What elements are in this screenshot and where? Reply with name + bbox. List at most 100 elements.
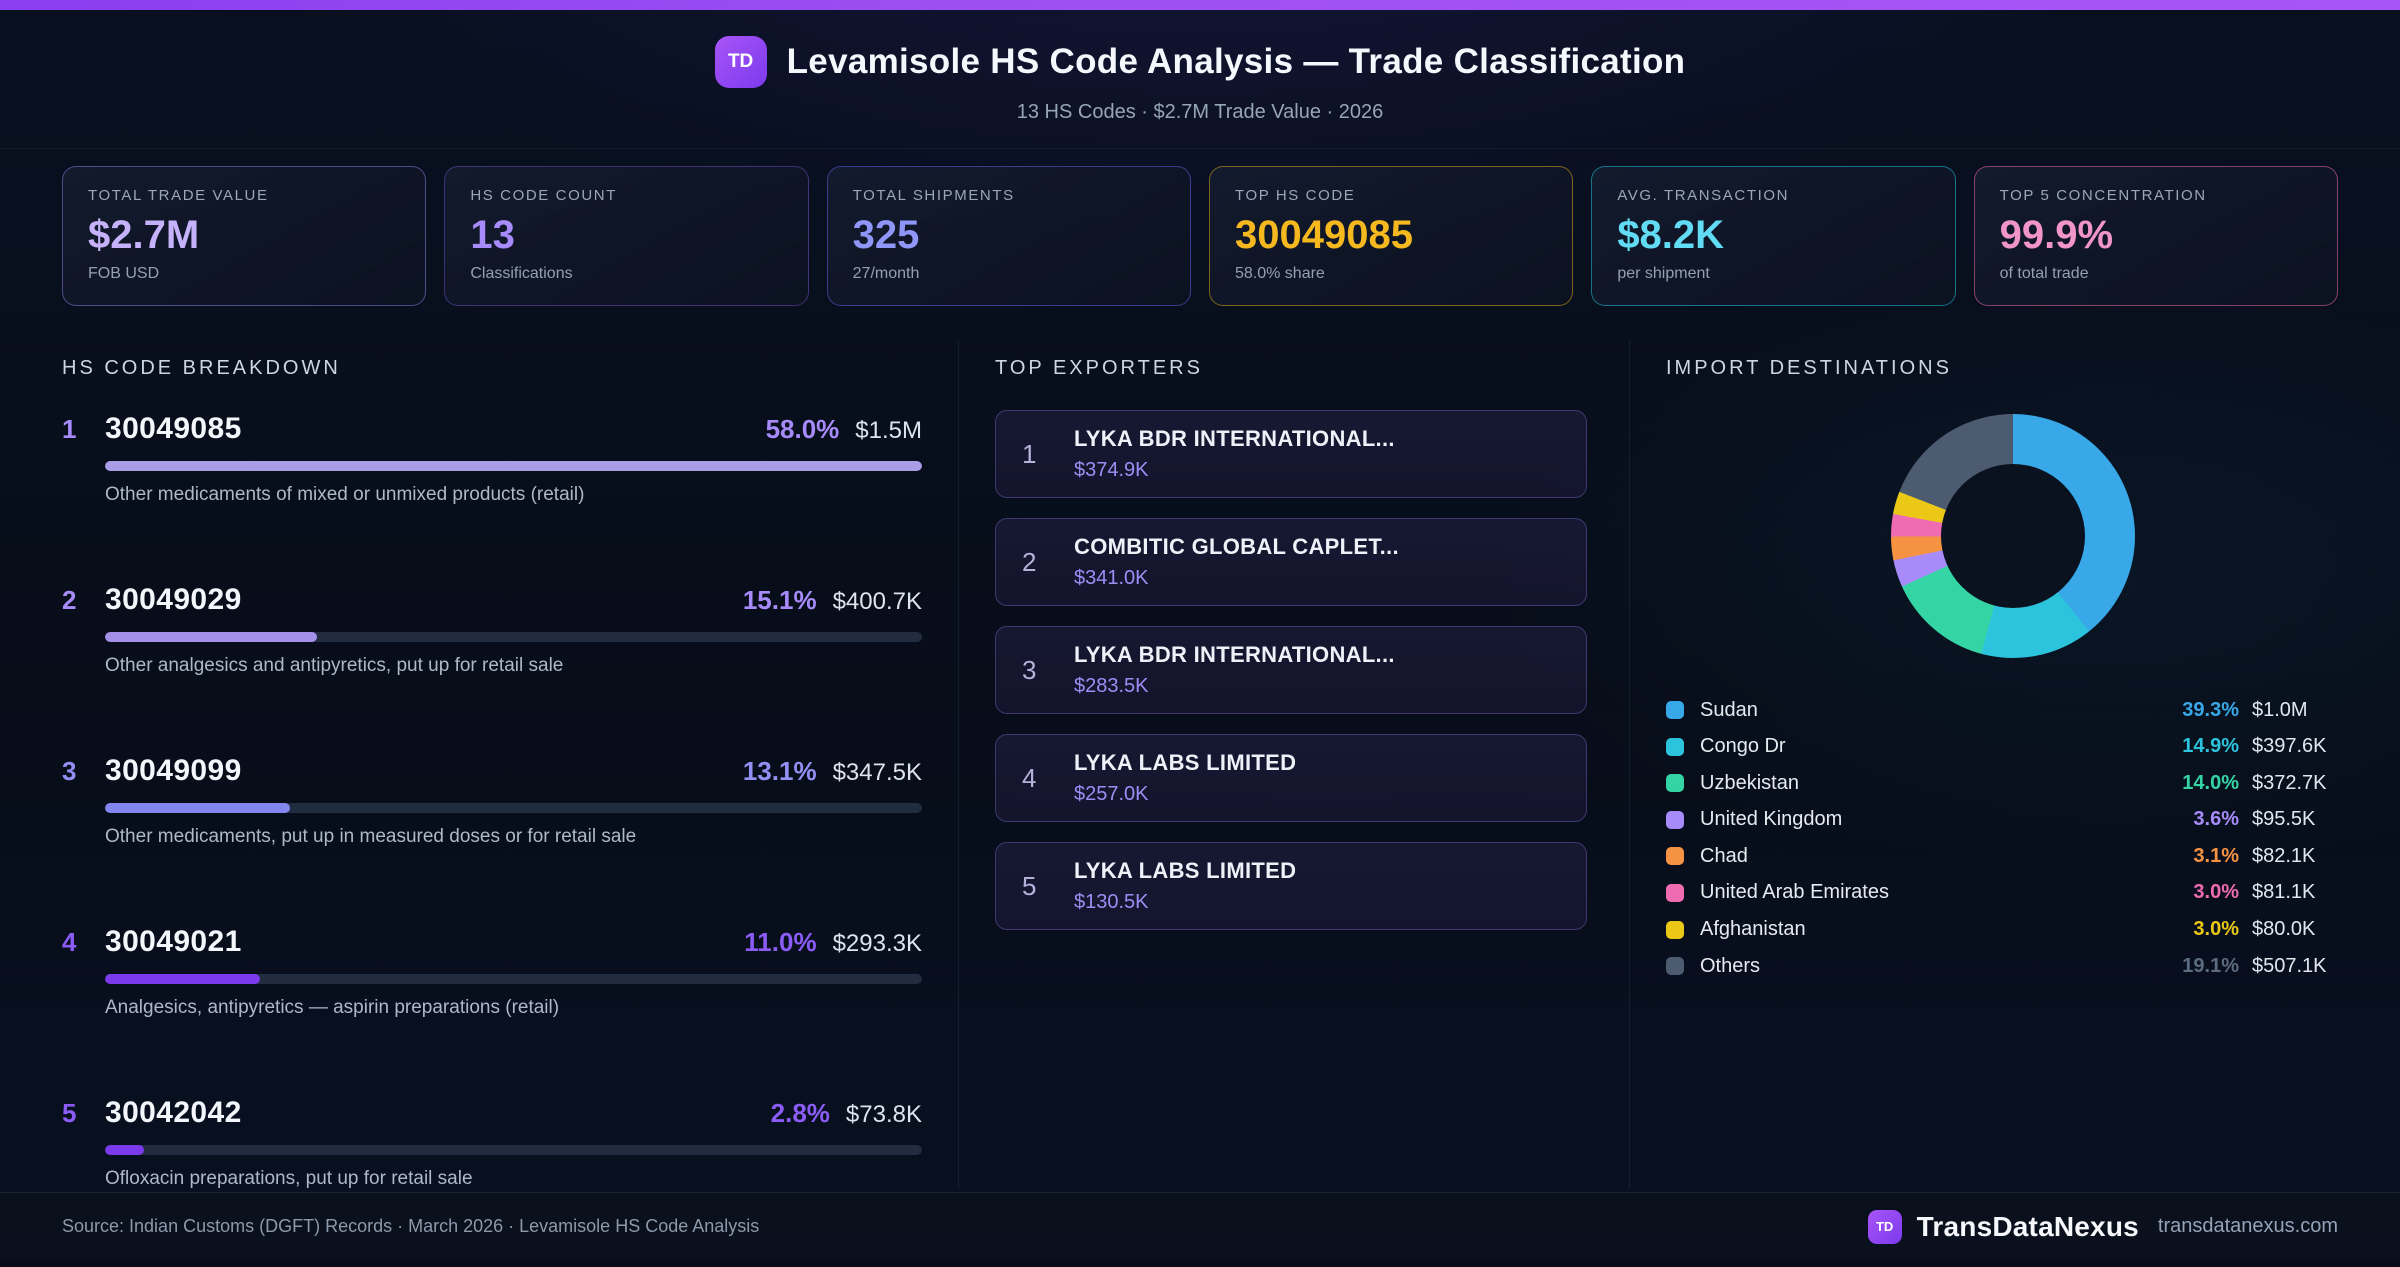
legend-country: United Arab Emirates: [1700, 881, 1889, 904]
exporter-value: $257.0K: [1074, 783, 1149, 805]
exporter-value: $130.5K: [1074, 891, 1149, 913]
import-destinations-panel: IMPORT DESTINATIONS Sudan 39.3% $1.0M Congo…: [1630, 341, 2400, 1189]
exporter-card[interactable]: 5 LYKA LABS LIMITED $130.5K: [995, 842, 1587, 930]
legend-percent: 3.0%: [2193, 918, 2239, 941]
accent-topbar: [0, 0, 2400, 10]
legend-value: $82.1K: [2252, 844, 2316, 867]
hs-code-description: Other medicaments, put up in measured do…: [105, 826, 637, 847]
donut-legend: Sudan 39.3% $1.0M Congo Dr 14.9% $397.6K Uzbek…: [1666, 698, 2360, 978]
stat-label: TOTAL SHIPMENTS: [852, 187, 1015, 204]
breakdown-percent: 13.1%: [742, 756, 817, 786]
page-subtitle: 13 HS Codes · $2.7M Trade Value · 2026: [1016, 101, 1384, 123]
breakdown-row: 2 30049029 15.1% $400.7K Other analgesics an…: [62, 583, 922, 754]
legend-country: Chad: [1700, 844, 1748, 867]
hs-code-description: Other analgesics and antipyretics, put u…: [105, 655, 564, 676]
progress-bar-fill: [105, 632, 318, 642]
legend-swatch-icon: [1666, 847, 1684, 866]
exporter-name: LYKA BDR INTERNATIONAL...: [1074, 426, 1395, 451]
exporter-name: COMBITIC GLOBAL CAPLET...: [1074, 534, 1399, 559]
legend-row: Chad 3.1% $82.1K: [1666, 844, 2360, 868]
progress-bar-fill: [105, 1145, 145, 1155]
exporter-rank: 5: [1022, 870, 1037, 901]
exporter-rank: 4: [1022, 762, 1037, 793]
legend-country: Sudan: [1700, 698, 1758, 721]
breakdown-value: $347.5K: [832, 759, 922, 786]
brand-badge-icon: TD: [714, 36, 767, 88]
legend-percent: 3.0%: [2193, 881, 2239, 904]
exporter-card[interactable]: 3 LYKA BDR INTERNATIONAL... $283.5K: [995, 626, 1587, 714]
stat-card-4: TOP HS CODE 30049085 58.0% share: [1208, 166, 1574, 306]
stat-sublabel: Classifications: [470, 265, 573, 282]
stat-card-5: AVG. TRANSACTION $8.2K per shipment: [1591, 166, 1956, 306]
breakdown-row: 3 30049099 13.1% $347.5K Other medicaments, …: [62, 754, 922, 925]
breakdown-percent: 2.8%: [770, 1098, 830, 1128]
breakdown-percent: 11.0%: [744, 927, 817, 957]
legend-value: $372.7K: [2252, 771, 2327, 794]
top-exporters-panel: TOP EXPORTERS 1 LYKA BDR INTERNATIONAL...…: [958, 341, 1630, 1189]
breakdown-rank: 4: [62, 927, 77, 957]
progress-bar-track: [105, 974, 922, 984]
legend-country: Congo Dr: [1700, 735, 1786, 758]
legend-value: $507.1K: [2252, 954, 2327, 977]
donut-chart: [1891, 414, 2135, 658]
exporter-card[interactable]: 1 LYKA BDR INTERNATIONAL... $374.9K: [995, 410, 1587, 498]
stat-sublabel: of total trade: [1999, 265, 2089, 282]
legend-value: $81.1K: [2252, 881, 2316, 904]
progress-bar-track: [105, 803, 922, 813]
legend-row: United Arab Emirates 3.0% $81.1K: [1666, 881, 2360, 905]
breakdown-value: $1.5M: [855, 417, 922, 444]
progress-bar-fill: [105, 974, 261, 984]
stat-value: $8.2K: [1617, 213, 1725, 257]
breakdown-row: 1 30049085 58.0% $1.5M Other medicaments of …: [62, 412, 922, 583]
legend-country: Others: [1700, 954, 1761, 977]
brand-badge-small-icon: TD: [1867, 1209, 1902, 1244]
legend-swatch-icon: [1666, 920, 1684, 939]
page-title: Levamisole HS Code Analysis — Trade Clas…: [786, 42, 1686, 81]
legend-percent: 3.1%: [2193, 844, 2239, 867]
breakdown-section-title: HS CODE BREAKDOWN: [62, 357, 341, 379]
hs-code-description: Analgesics, antipyretics — aspirin prepa…: [105, 997, 560, 1018]
stat-value: $2.7M: [88, 213, 200, 257]
stat-label: AVG. TRANSACTION: [1617, 187, 1790, 204]
stat-sublabel: 58.0% share: [1234, 265, 1325, 282]
legend-row: Afghanistan 3.0% $80.0K: [1666, 918, 2360, 942]
stat-card-3: TOTAL SHIPMENTS 325 27/month: [826, 166, 1191, 306]
stat-value: 13: [470, 213, 515, 257]
stat-card-6: TOP 5 CONCENTRATION 99.9% of total trade: [1973, 166, 2338, 306]
progress-bar-fill: [105, 461, 922, 471]
hs-code: 30049029: [105, 583, 242, 616]
stat-sublabel: per shipment: [1617, 265, 1710, 282]
legend-swatch-icon: [1666, 957, 1684, 976]
brand-name: TransDataNexus: [1916, 1210, 2139, 1242]
legend-percent: 14.9%: [2182, 735, 2239, 758]
legend-country: United Kingdom: [1700, 808, 1843, 831]
footer: Source: Indian Customs (DGFT) Records · …: [0, 1192, 2400, 1260]
stat-label: TOP HS CODE: [1234, 187, 1356, 204]
exporter-rank: 1: [1022, 438, 1037, 469]
breakdown-value: $293.3K: [832, 930, 922, 957]
legend-row: Congo Dr 14.9% $397.6K: [1666, 735, 2360, 759]
exporter-name: LYKA BDR INTERNATIONAL...: [1074, 642, 1395, 667]
hs-code: 30049021: [105, 925, 242, 958]
progress-bar-track: [105, 461, 922, 471]
stat-value: 99.9%: [1999, 213, 2114, 257]
hs-code: 30049099: [105, 754, 242, 787]
hs-code-description: Other medicaments of mixed or unmixed pr…: [105, 484, 585, 505]
stat-label: HS CODE COUNT: [470, 187, 617, 204]
header: TD Levamisole HS Code Analysis — Trade C…: [0, 10, 2400, 149]
stat-label: TOP 5 CONCENTRATION: [1999, 187, 2207, 204]
exporter-card[interactable]: 4 LYKA LABS LIMITED $257.0K: [995, 734, 1587, 822]
stat-cards-row: TOTAL TRADE VALUE $2.7M FOB USD HS CODE COU…: [0, 166, 2400, 306]
legend-country: Uzbekistan: [1700, 771, 1799, 794]
exporter-value: $283.5K: [1074, 675, 1149, 697]
stat-card-1: TOTAL TRADE VALUE $2.7M FOB USD: [62, 166, 427, 306]
stat-card-2: HS CODE COUNT 13 Classifications: [444, 166, 809, 306]
hs-code: 30049085: [105, 412, 242, 445]
legend-value: $397.6K: [2252, 735, 2327, 758]
main-content: HS CODE BREAKDOWN 1 30049085 58.0% $1.5M Oth…: [0, 341, 2400, 1189]
exporter-card[interactable]: 2 COMBITIC GLOBAL CAPLET... $341.0K: [995, 518, 1587, 606]
hs-code-breakdown-panel: HS CODE BREAKDOWN 1 30049085 58.0% $1.5M Oth…: [0, 341, 958, 1189]
breakdown-percent: 15.1%: [742, 585, 817, 615]
exporters-list: 1 LYKA BDR INTERNATIONAL... $374.9K 2 COMBIT…: [995, 410, 1587, 930]
source-note: Source: Indian Customs (DGFT) Records · …: [62, 1216, 760, 1236]
